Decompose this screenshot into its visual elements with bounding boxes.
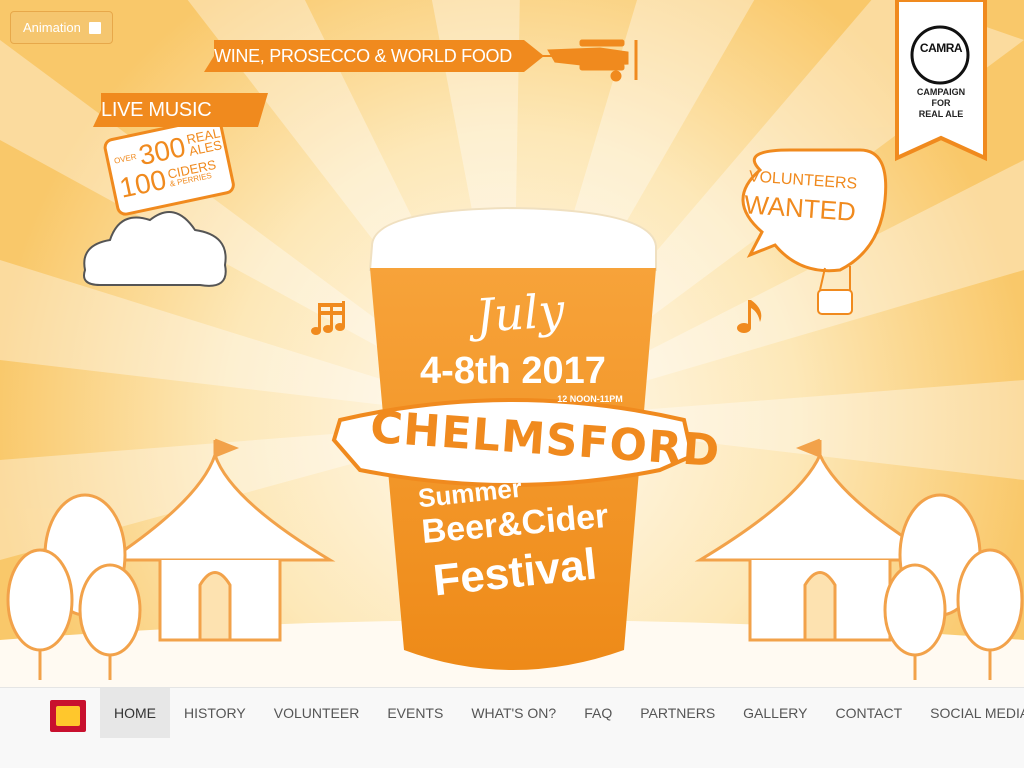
camra-line-1: CAMPAIGN	[916, 87, 966, 97]
nav-item-history[interactable]: HISTORY	[170, 688, 260, 738]
wine-food-banner: WINE, PROSECCO & WORLD FOOD	[214, 46, 512, 66]
camra-line-2: FOR	[931, 98, 951, 108]
animation-checkbox[interactable]	[88, 21, 101, 34]
animation-toggle-label: Animation	[23, 20, 81, 35]
site-logo[interactable]	[50, 700, 86, 732]
hero-illustration: Animation WINE, PROSECCO & WORLD FOOD LI…	[0, 0, 1024, 687]
social-media-label: SOCIAL MEDIA	[930, 705, 1024, 721]
nav-item-faq[interactable]: FAQ	[570, 688, 626, 738]
animation-toggle[interactable]: Animation	[10, 11, 113, 44]
nav-item-gallery[interactable]: GALLERY	[729, 688, 821, 738]
camra-line-3: REAL ALE	[918, 109, 964, 119]
live-music-banner: LIVE MUSIC	[101, 99, 212, 121]
nav-item-events[interactable]: EVENTS	[373, 688, 457, 738]
nav-item-home[interactable]: HOME	[100, 688, 170, 738]
nav-menu: HOME HISTORY VOLUNTEER EVENTS WHAT'S ON?…	[100, 688, 1024, 738]
nav-item-volunteer[interactable]: VOLUNTEER	[260, 688, 374, 738]
nav-item-social-media[interactable]: SOCIAL MEDIA	[916, 688, 1024, 738]
camra-logo[interactable]: CAMRA	[917, 41, 965, 55]
festival-dates: 4-8th 2017	[420, 350, 606, 392]
nav-item-whats-on[interactable]: WHAT'S ON?	[457, 688, 570, 738]
festival-hours: 12 NOON-11PM	[557, 394, 623, 404]
over-label: OVER	[113, 152, 138, 166]
camra-ribbon[interactable]: CAMPAIGN FOR REAL ALE	[902, 87, 980, 120]
nav-item-partners[interactable]: PARTNERS	[626, 688, 729, 738]
nav-item-contact[interactable]: CONTACT	[822, 688, 917, 738]
main-navbar: HOME HISTORY VOLUNTEER EVENTS WHAT'S ON?…	[0, 687, 1024, 768]
